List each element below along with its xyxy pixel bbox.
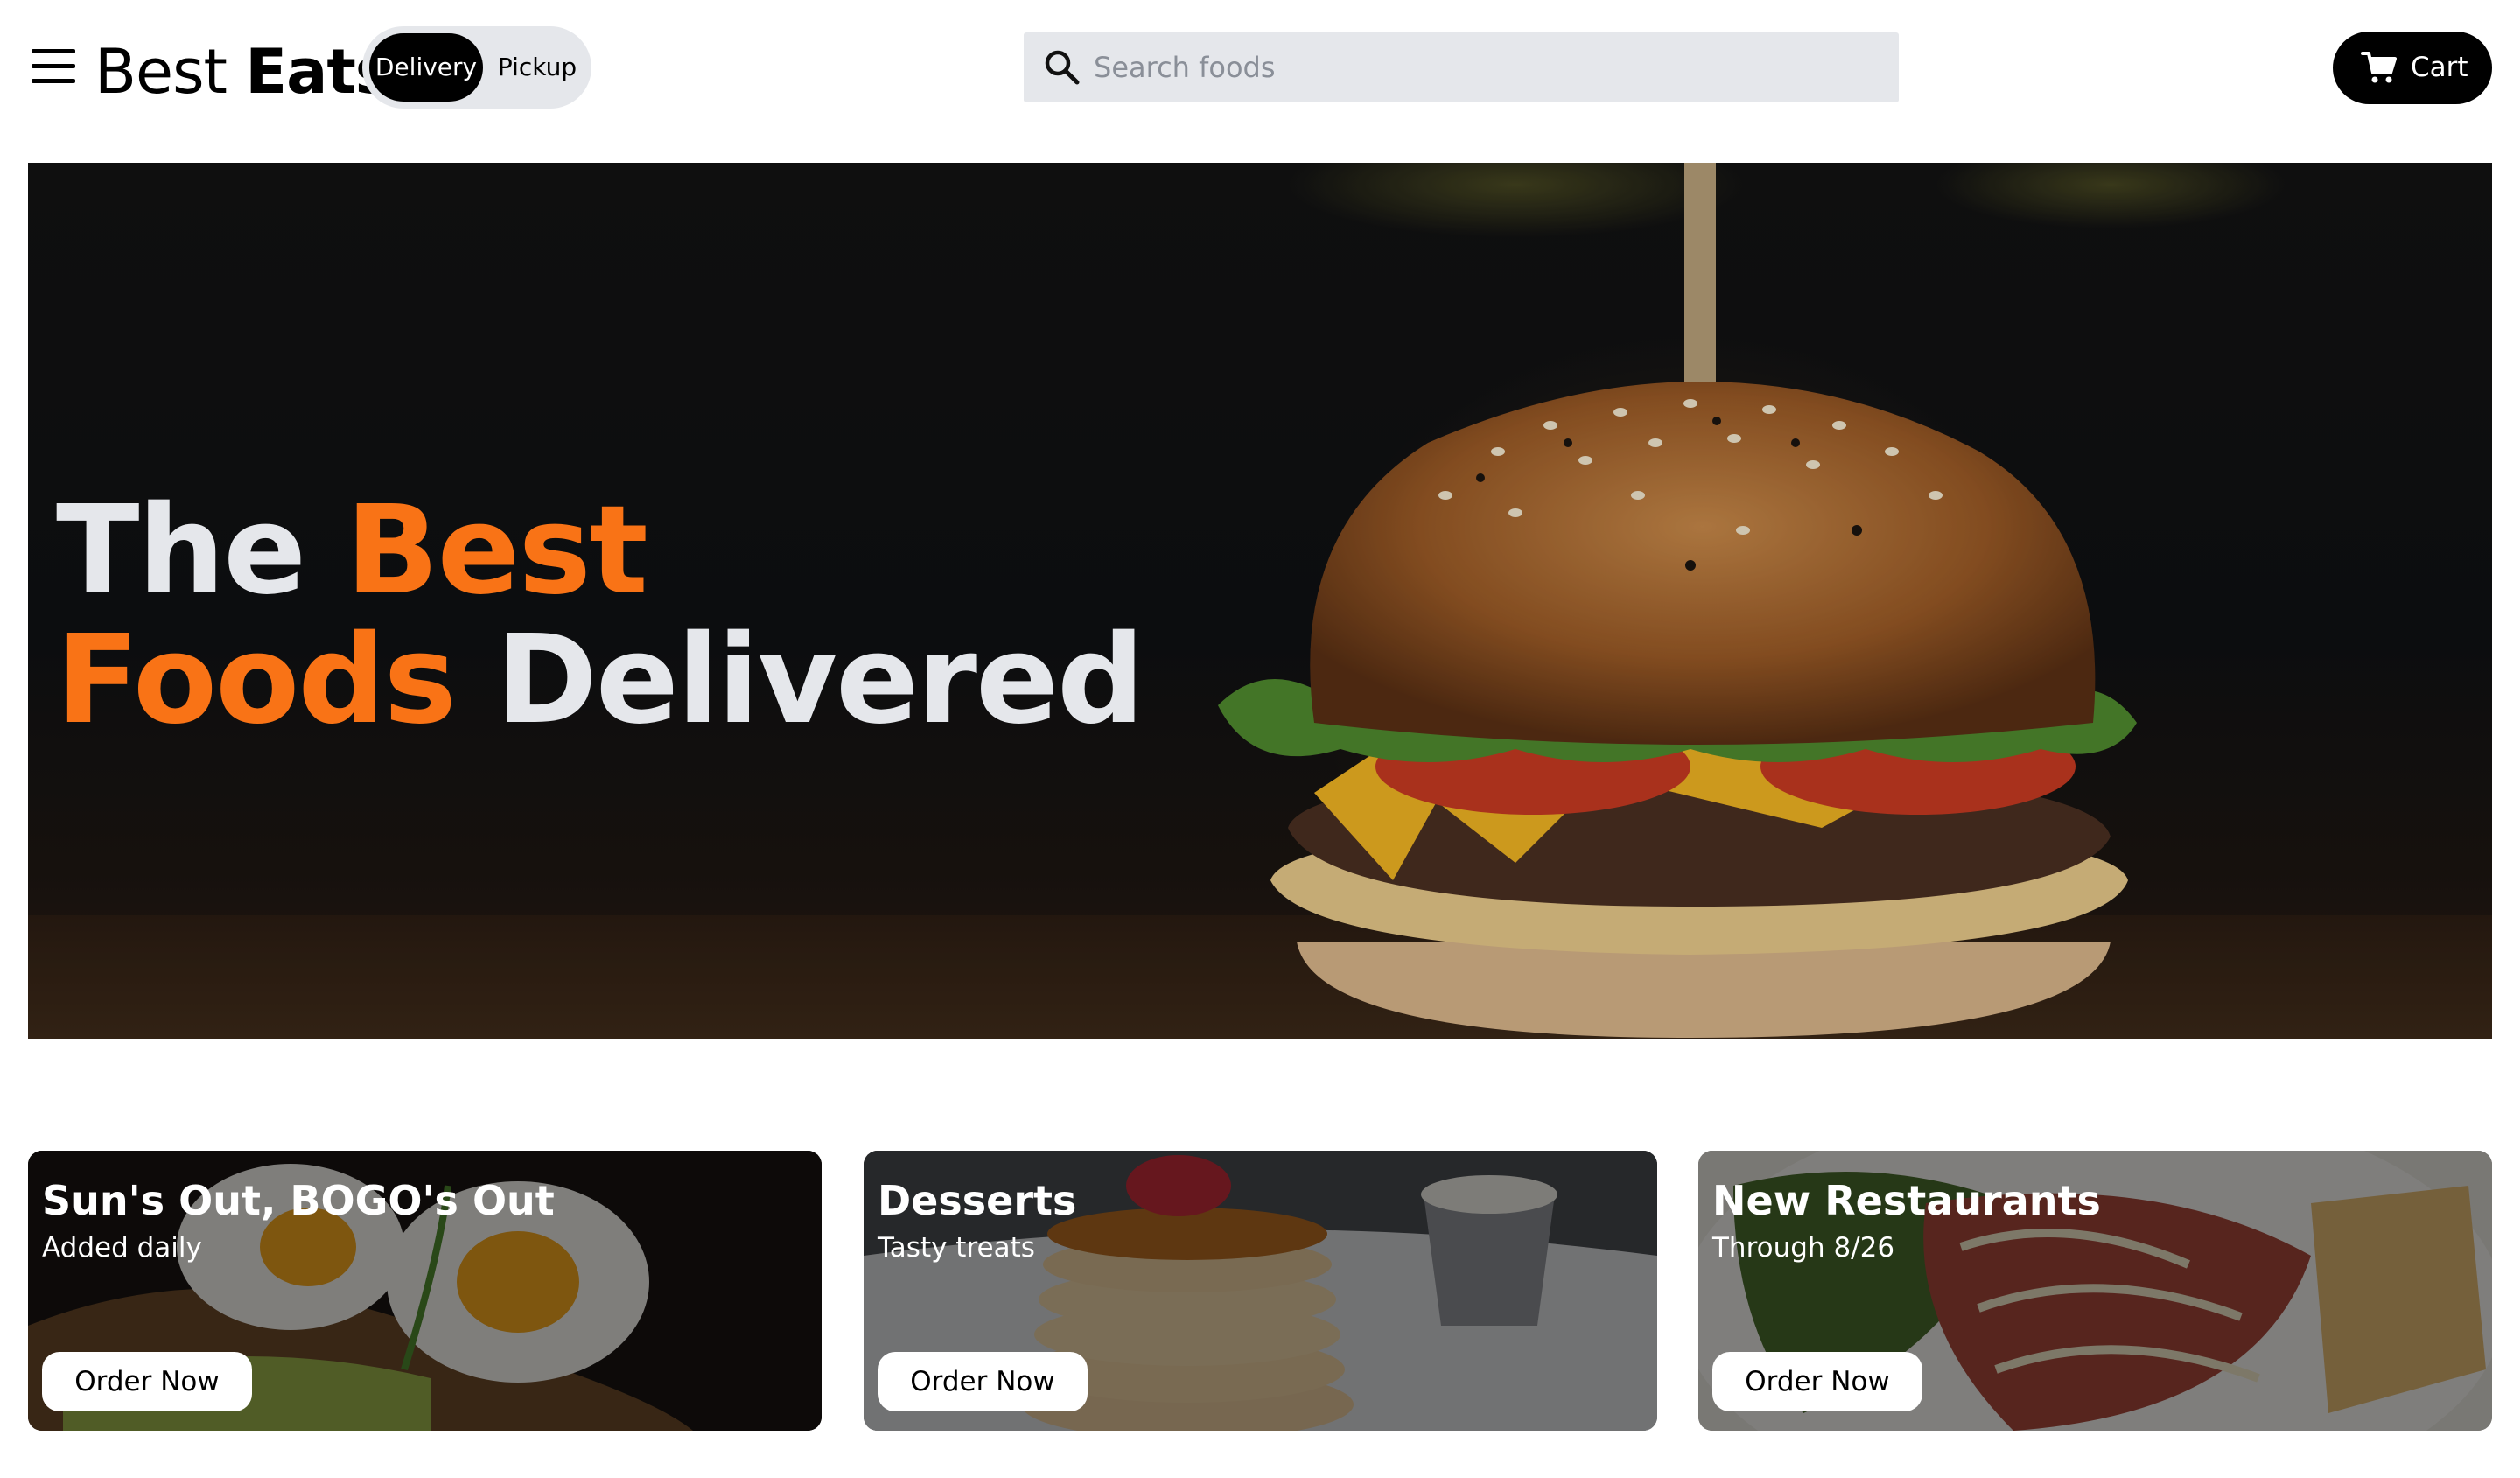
delivery-pickup-toggle: Delivery Pickup xyxy=(362,26,592,109)
hero-word-the: The xyxy=(56,480,306,622)
promo-card-bogo[interactable]: Sun's Out, BOGO's Out Added daily Order … xyxy=(28,1151,822,1431)
search-input[interactable] xyxy=(1094,32,1881,102)
search-icon xyxy=(1045,50,1080,85)
card-subtitle: Added daily xyxy=(42,1232,202,1264)
cart-label: Cart xyxy=(2411,52,2468,83)
hero-heading: The Best Foods Delivered xyxy=(56,487,1144,746)
hero-banner: The Best Foods Delivered xyxy=(28,163,2492,1039)
order-now-button[interactable]: Order Now xyxy=(42,1352,252,1411)
card-title: Desserts xyxy=(878,1177,1077,1224)
logo-text-best: Best xyxy=(94,36,228,108)
card-subtitle: Tasty treats xyxy=(878,1232,1035,1264)
card-subtitle: Through 8/26 xyxy=(1712,1232,1895,1264)
card-title: New Restaurants xyxy=(1712,1177,2101,1224)
cart-icon xyxy=(2361,52,2397,83)
pickup-button[interactable]: Pickup xyxy=(490,33,584,102)
hamburger-menu-icon[interactable] xyxy=(32,46,77,88)
hero-word-best: Best xyxy=(345,480,648,622)
hero-word-foods: Foods xyxy=(56,609,457,752)
order-now-button[interactable]: Order Now xyxy=(878,1352,1088,1411)
order-now-button[interactable]: Order Now xyxy=(1712,1352,1922,1411)
cart-button[interactable]: Cart xyxy=(2333,32,2492,104)
promo-card-desserts[interactable]: Desserts Tasty treats Order Now xyxy=(864,1151,1657,1431)
site-header: Best Eats Delivery Pickup Cart xyxy=(0,0,2520,140)
logo[interactable]: Best Eats xyxy=(94,36,391,108)
search-bar xyxy=(1024,32,1899,102)
hero-word-delivered: Delivered xyxy=(495,609,1145,752)
promo-card-new-restaurants[interactable]: New Restaurants Through 8/26 Order Now xyxy=(1698,1151,2492,1431)
card-title: Sun's Out, BOGO's Out xyxy=(42,1177,555,1224)
delivery-button[interactable]: Delivery xyxy=(369,33,483,102)
